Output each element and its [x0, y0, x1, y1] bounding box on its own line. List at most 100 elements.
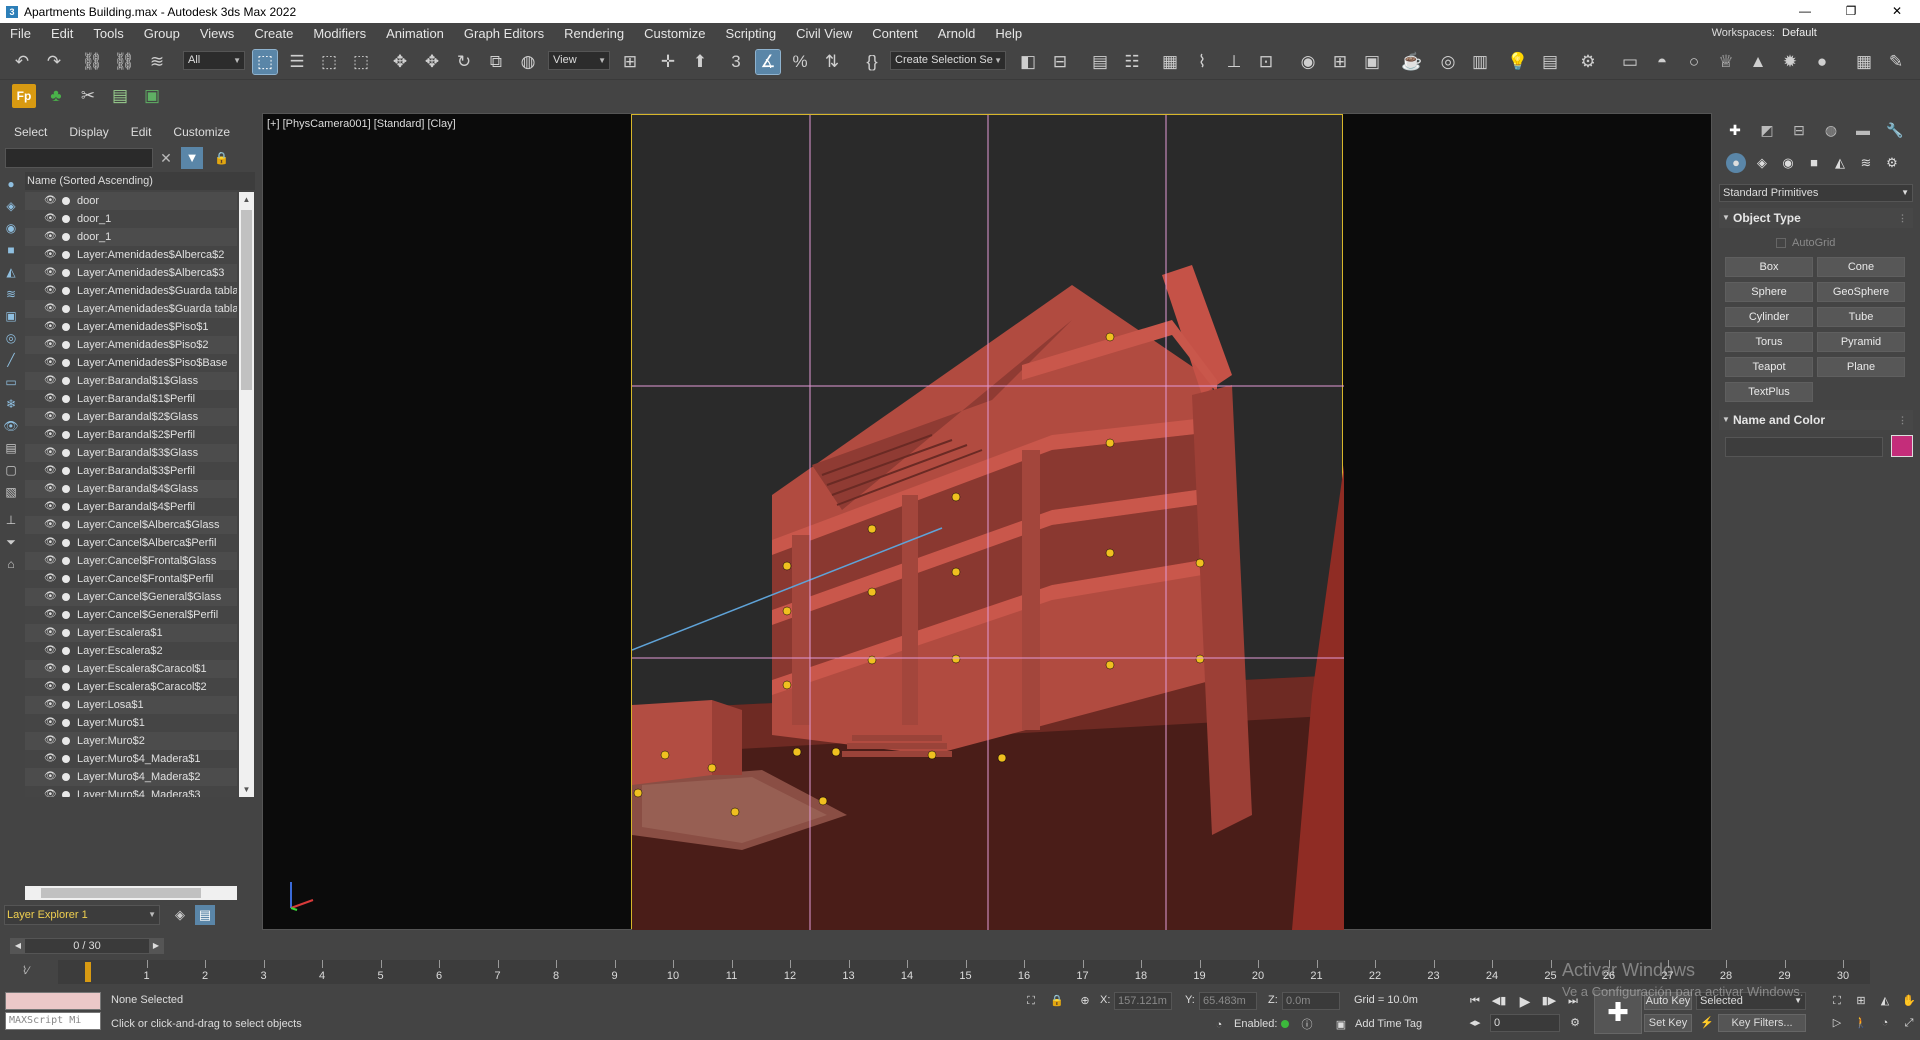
isolate-selection-icon[interactable]: ⛶: [1022, 992, 1040, 1010]
render-production-icon[interactable]: ☕: [1400, 50, 1424, 74]
hscrollbar-thumb[interactable]: [41, 888, 201, 898]
percent-snap-icon[interactable]: %: [788, 50, 812, 74]
explorer-row[interactable]: 👁 Layer:Muro$4_Madera$1: [25, 750, 237, 768]
freeze-toggle-icon[interactable]: [62, 395, 70, 403]
motion-tab-icon[interactable]: ◍: [1820, 120, 1842, 140]
display-invert-icon[interactable]: ▧: [3, 484, 19, 500]
freeze-toggle-icon[interactable]: [62, 287, 70, 295]
curve-editor-mini-icon[interactable]: ⌇∕: [22, 964, 29, 977]
visibility-eye-icon[interactable]: 👁: [44, 390, 57, 408]
select-and-move-icon[interactable]: ✥: [388, 50, 412, 74]
explorer-row[interactable]: 👁 Layer:Barandal$3$Glass: [25, 444, 237, 462]
menu-arnold[interactable]: Arnold: [928, 23, 986, 44]
visibility-eye-icon[interactable]: 👁: [44, 462, 57, 480]
freeze-toggle-icon[interactable]: [62, 341, 70, 349]
freeze-toggle-icon[interactable]: [62, 737, 70, 745]
selection-lock-icon[interactable]: 🔒: [1048, 992, 1066, 1010]
freeze-toggle-icon[interactable]: [62, 791, 70, 797]
explorer-row[interactable]: 👁 Layer:Barandal$1$Glass: [25, 372, 237, 390]
display-xrefs-icon[interactable]: ◎: [3, 330, 19, 346]
explorer-search-input[interactable]: [5, 148, 153, 168]
visibility-eye-icon[interactable]: 👁: [44, 768, 57, 786]
display-all-icon[interactable]: ▤: [3, 440, 19, 456]
batch-render-icon[interactable]: ▣: [140, 84, 164, 108]
scroll-down-icon[interactable]: ▼: [239, 782, 254, 797]
visibility-eye-icon[interactable]: 👁: [44, 210, 57, 228]
select-and-rotate-icon[interactable]: ↻: [452, 50, 476, 74]
primitive-category-dropdown[interactable]: Standard Primitives ▼: [1719, 184, 1913, 202]
workspaces-selector[interactable]: Workspaces: Default: [1712, 23, 1912, 44]
next-key-icon[interactable]: ▮▶: [1540, 992, 1558, 1010]
dope-sheet-icon[interactable]: ⊥: [1222, 50, 1246, 74]
cone-button[interactable]: Cone: [1817, 257, 1905, 277]
object-type-rollout[interactable]: ▼ Object Type ⋮: [1719, 208, 1913, 228]
rendered-frame-window-icon[interactable]: ▣: [1360, 50, 1384, 74]
clear-search-icon[interactable]: ✕: [158, 148, 174, 168]
visibility-eye-icon[interactable]: 👁: [44, 750, 57, 768]
viewport[interactable]: [+] [PhysCamera001] [Standard] [Clay]: [262, 113, 1712, 930]
explorer-row[interactable]: 👁 Layer:Losa$1: [25, 696, 237, 714]
render-setup-icon[interactable]: ⊞: [1328, 50, 1352, 74]
explorer-vertical-scrollbar[interactable]: ▲ ▼: [239, 192, 254, 797]
explorer-row[interactable]: 👁 Layer:Cancel$General$Perfil: [25, 606, 237, 624]
menu-animation[interactable]: Animation: [376, 23, 454, 44]
railclone-icon[interactable]: ♣: [44, 84, 68, 108]
explorer-row[interactable]: 👁 door_1: [25, 228, 237, 246]
display-lights-icon[interactable]: ◉: [3, 220, 19, 236]
name-and-color-rollout[interactable]: ▼ Name and Color ⋮: [1719, 410, 1913, 430]
physical-sky-icon[interactable]: ●: [1810, 50, 1834, 74]
display-none-icon[interactable]: ▢: [3, 462, 19, 478]
selection-filter-dropdown[interactable]: All ▼: [183, 51, 245, 70]
menu-rendering[interactable]: Rendering: [554, 23, 634, 44]
area-light-icon[interactable]: ▭: [1618, 50, 1642, 74]
geosphere-button[interactable]: GeoSphere: [1817, 282, 1905, 302]
freeze-toggle-icon[interactable]: [62, 215, 70, 223]
sphere-button[interactable]: Sphere: [1725, 282, 1813, 302]
time-slider[interactable]: ◀ 0 / 30 ▶: [10, 938, 164, 954]
visibility-eye-icon[interactable]: 👁: [44, 426, 57, 444]
explorer-row[interactable]: 👁 Layer:Cancel$Frontal$Glass: [25, 552, 237, 570]
enabled-toggle[interactable]: Enabled:: [1234, 1018, 1290, 1030]
select-object-icon[interactable]: ⬚: [252, 49, 278, 75]
time-tag-icon[interactable]: ▣: [1332, 1016, 1350, 1034]
explorer-row[interactable]: 👁 Layer:Amenidades$Alberca$2: [25, 246, 237, 264]
viewport-label[interactable]: [+] [PhysCamera001] [Standard] [Clay]: [267, 118, 456, 130]
torus-button[interactable]: Torus: [1725, 332, 1813, 352]
photometric-light-icon[interactable]: ♕: [1714, 50, 1738, 74]
systems-category-icon[interactable]: ⚙: [1882, 153, 1902, 173]
visibility-eye-icon[interactable]: 👁: [44, 336, 57, 354]
display-containers-icon[interactable]: ▭: [3, 374, 19, 390]
visibility-eye-icon[interactable]: 👁: [44, 678, 57, 696]
hierarchy-tab-icon[interactable]: ⊟: [1788, 120, 1810, 140]
modify-tab-icon[interactable]: ◩: [1756, 120, 1778, 140]
layers-toggle-icon[interactable]: ◈: [170, 905, 190, 925]
cylinder-button[interactable]: Cylinder: [1725, 307, 1813, 327]
menu-help[interactable]: Help: [985, 23, 1032, 44]
reference-coordinate-dropdown[interactable]: View ▼: [548, 51, 610, 70]
freeze-toggle-icon[interactable]: [62, 377, 70, 385]
visibility-eye-icon[interactable]: 👁: [44, 354, 57, 372]
freeze-toggle-icon[interactable]: [62, 539, 70, 547]
freeze-toggle-icon[interactable]: [62, 593, 70, 601]
visibility-eye-icon[interactable]: 👁: [44, 552, 57, 570]
link-icon[interactable]: ⛓: [80, 50, 104, 74]
explorer-tab-customize[interactable]: Customize: [159, 122, 238, 142]
explorer-row[interactable]: 👁 Layer:Cancel$Alberca$Glass: [25, 516, 237, 534]
visibility-eye-icon[interactable]: 👁: [44, 696, 57, 714]
select-manipulate-icon[interactable]: ✛: [656, 50, 680, 74]
freeze-toggle-icon[interactable]: [62, 449, 70, 457]
explorer-row[interactable]: 👁 Layer:Amenidades$Piso$2: [25, 336, 237, 354]
spinner-snap-icon[interactable]: ⇅: [820, 50, 844, 74]
explorer-tab-edit[interactable]: Edit: [117, 122, 160, 142]
freeze-toggle-icon[interactable]: [62, 773, 70, 781]
menu-civil-view[interactable]: Civil View: [786, 23, 862, 44]
bind-space-warp-icon[interactable]: ≋: [145, 50, 169, 74]
explorer-row[interactable]: 👁 Layer:Cancel$General$Glass: [25, 588, 237, 606]
explorer-row[interactable]: 👁 Layer:Barandal$1$Perfil: [25, 390, 237, 408]
textplus-button[interactable]: TextPlus: [1725, 382, 1813, 402]
visibility-eye-icon[interactable]: 👁: [44, 192, 57, 210]
arnold-render-icon[interactable]: ▤: [1538, 50, 1562, 74]
scene-explorer-icon[interactable]: ▤: [1088, 50, 1112, 74]
shapes-category-icon[interactable]: ◈: [1752, 153, 1772, 173]
freeze-toggle-icon[interactable]: [62, 323, 70, 331]
